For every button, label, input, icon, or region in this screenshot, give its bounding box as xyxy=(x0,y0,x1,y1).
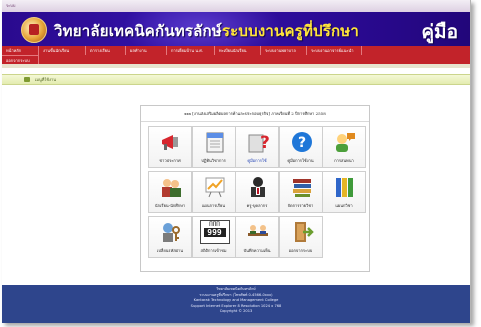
panel-header: xxx [งานส่งเสริมผลิตผลการค้าและประกอบธุร… xyxy=(141,106,369,122)
tile-label: ครู-บุคลากร xyxy=(246,203,268,208)
site-banner: วิทยาลัยเทคนิคกันทรลักษ์ระบบงานครูที่ปรึ… xyxy=(2,12,470,46)
menu-item[interactable]: งานขั้นนักเรียน xyxy=(39,46,86,55)
students-icon xyxy=(159,175,183,199)
menu-tile[interactable]: จัดการรายวิชา xyxy=(278,171,323,213)
meeting-icon xyxy=(246,220,270,244)
tile-label: คู่มือการใช้งาน xyxy=(287,158,314,163)
tile-label: แผนการเรียน xyxy=(201,203,226,208)
college-name: วิทยาลัยเทคนิคกันทรลักษ์ xyxy=(54,22,222,40)
menu-item[interactable]: ตารางเรียน xyxy=(86,46,126,55)
menu-tile[interactable]: แผนการเรียน xyxy=(191,171,236,213)
menu-tile[interactable]: แผนกวิชา xyxy=(322,171,366,213)
tile-label: จัดการรายวิชา xyxy=(287,203,314,208)
site-title: วิทยาลัยเทคนิคกันทรลักษ์ระบบงานครูที่ปรึ… xyxy=(54,19,359,43)
tile-label: สถิติการเข้าชม xyxy=(200,248,227,253)
help-icon: ? xyxy=(290,130,314,154)
menu-tile[interactable]: บันทึกความเห็น xyxy=(235,216,279,258)
menu-row-1: หน้าหลัก งานขั้นนักเรียน ตารางเรียน ผลทำงาน… xyxy=(2,46,362,55)
divider-strip xyxy=(2,64,470,68)
counter-digits: 999 xyxy=(203,228,226,237)
svg-text:?: ? xyxy=(298,135,306,151)
tile-label: เปลี่ยนรหัสผ่าน xyxy=(157,248,183,253)
books-icon xyxy=(290,175,314,199)
tile-label: บันทึกความเห็น xyxy=(243,248,271,253)
menu-tile[interactable]: ปฏิทินวิชาการ xyxy=(191,126,236,168)
tile-label: นักเรียน-นักศึกษา xyxy=(154,203,186,208)
menu-tile[interactable]: ΠΠΠ 999 สถิติการเข้าชม xyxy=(191,216,236,258)
tile-label: คู่มือการใช้ xyxy=(247,158,267,163)
menu-item[interactable]: ผลทำงาน xyxy=(126,46,167,55)
megaphone-icon xyxy=(159,130,183,154)
college-logo-icon xyxy=(21,17,47,43)
menu-tile[interactable]: การสนทนา xyxy=(322,126,366,168)
menu-tile[interactable]: นักเรียน-นักศึกษา xyxy=(148,171,192,213)
calendar-icon xyxy=(203,130,227,154)
menu-tile[interactable]: เปลี่ยนรหัสผ่าน xyxy=(148,216,192,258)
question-book-icon: ? xyxy=(246,130,270,154)
menu-tile[interactable]: ? คู่มือการใช้ xyxy=(235,126,279,168)
tile-label: ออกจากระบบ xyxy=(288,248,313,253)
teacher-icon xyxy=(246,175,270,199)
menu-item[interactable]: ทะเบียนนักเรียน xyxy=(215,46,261,55)
system-name: ระบบงานครูที่ปรึกษา xyxy=(221,22,359,40)
main-menu: หน้าหลัก งานขั้นนักเรียน ตารางเรียน ผลทำงาน… xyxy=(2,46,470,65)
menu-tile[interactable]: ? คู่มือการใช้งาน xyxy=(278,126,323,168)
menu-tile[interactable]: ครู-บุคลากร xyxy=(235,171,279,213)
window-titlebar: ระบบ xyxy=(2,0,470,12)
menu-panel: xxx [งานส่งเสริมผลิตผลการค้าและประกอบธุร… xyxy=(140,105,370,272)
binders-icon xyxy=(333,175,357,199)
menu-row-2: ออกจากระบบ xyxy=(2,55,39,65)
breadcrumb-label: เมนูที่ใช้งาน xyxy=(35,77,56,82)
tile-label: ข่าวประกาศ xyxy=(159,158,181,163)
svg-text:?: ? xyxy=(260,133,270,153)
footer-line: Copyright © 2013 xyxy=(219,309,253,313)
chat-users-icon xyxy=(333,130,357,154)
chart-board-icon xyxy=(203,175,227,199)
exit-door-icon xyxy=(290,220,314,244)
footer: วิทยาลัยเทคนิคกันทรลักษ์ ระบบงานครูที่ปรึ… xyxy=(2,285,470,323)
menu-item[interactable]: หน้าหลัก xyxy=(2,46,39,55)
tile-label: ปฏิทินวิชาการ xyxy=(201,158,226,163)
tile-label: การสนทนา xyxy=(334,158,354,163)
home-icon[interactable] xyxy=(24,77,30,82)
menu-tile[interactable]: ออกจากระบบ xyxy=(278,216,323,258)
counter-top: ΠΠΠ xyxy=(209,221,220,228)
browser-window: ระบบ วิทยาลัยเทคนิคกันทรลักษ์ระบบงานครูท… xyxy=(2,0,471,323)
key-user-icon xyxy=(159,220,183,244)
breadcrumb: เมนูที่ใช้งาน xyxy=(2,74,470,85)
menu-item[interactable]: การเยี่ยมบ้าน น.ศ. xyxy=(167,46,215,55)
window-title: ระบบ xyxy=(6,3,16,8)
tile-label: แผนกวิชา xyxy=(335,203,353,208)
counter-icon: ΠΠΠ 999 xyxy=(199,220,230,244)
manual-title: คู่มือ xyxy=(421,21,458,43)
menu-item[interactable]: ระบบงานอาจารย์แนะนำ xyxy=(307,46,362,55)
menu-tile[interactable]: ข่าวประกาศ xyxy=(148,126,192,168)
menu-item[interactable]: ระบบงานพยาบาล xyxy=(261,46,307,55)
